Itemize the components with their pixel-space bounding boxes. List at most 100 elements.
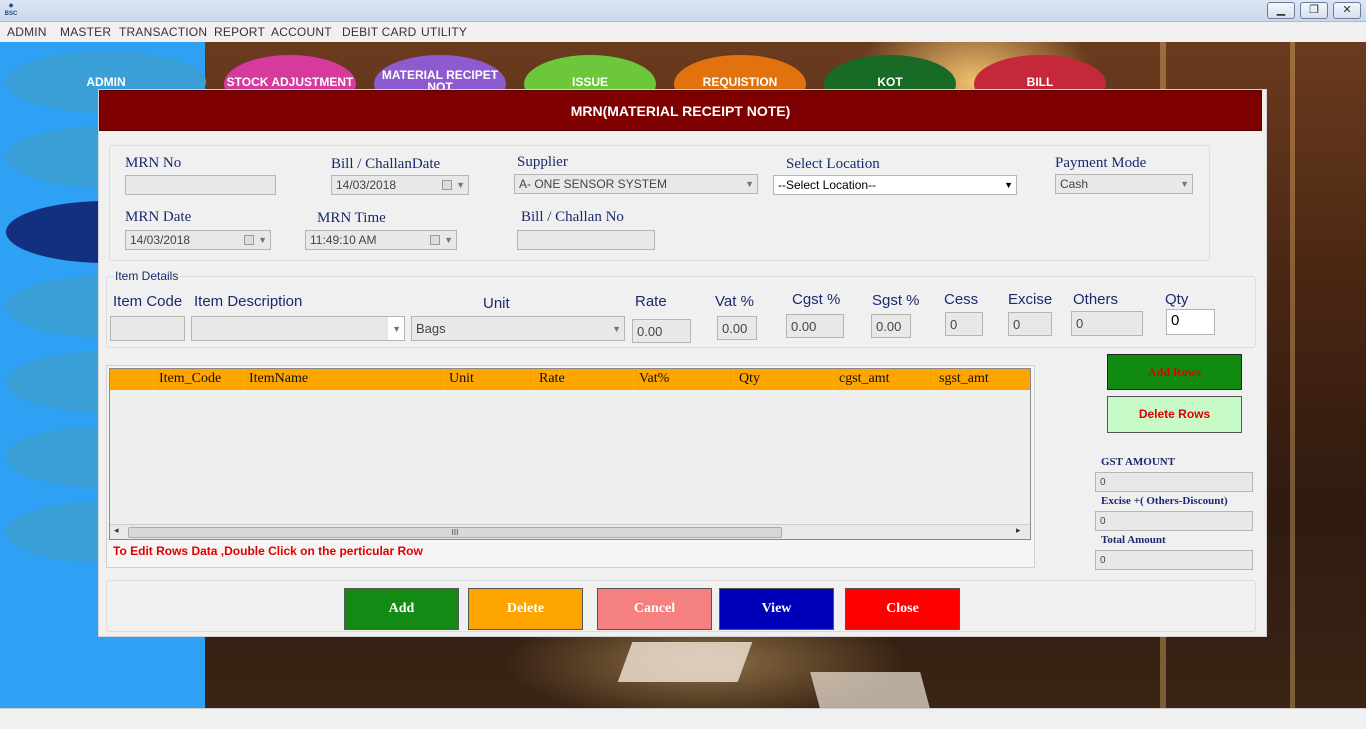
rate-field[interactable]: 0.00	[632, 319, 691, 343]
chevron-down-icon[interactable]: ▼	[1004, 179, 1013, 192]
bill-challan-date-picker[interactable]: 14/03/2018 ▼	[331, 175, 469, 195]
bill-challan-date-value: 14/03/2018	[336, 178, 397, 192]
supplier-select[interactable]: A- ONE SENSOR SYSTEM ▼	[514, 174, 758, 194]
menu-debit-card[interactable]: DEBIT CARD	[342, 25, 416, 39]
excise-others-label: Excise +( Others-Discount)	[1101, 495, 1228, 507]
rate-label: Rate	[635, 293, 667, 310]
cess-field[interactable]: 0	[945, 312, 983, 336]
top-nav-label: ISSUE	[571, 75, 608, 89]
payment-mode-select[interactable]: Cash ▼	[1055, 174, 1193, 194]
grid-hint: To Edit Rows Data ,Double Click on the p…	[113, 544, 423, 558]
mrn-date-value: 14/03/2018	[130, 233, 191, 247]
cess-label: Cess	[944, 291, 979, 308]
cancel-button[interactable]: Cancel	[597, 588, 712, 630]
mrn-time-picker[interactable]: 11:49:10 AM ▼	[305, 230, 457, 250]
top-nav-label: STOCK ADJUSTMENT	[226, 75, 354, 89]
others-field[interactable]: 0	[1071, 311, 1143, 336]
dialog-title: MRN(MATERIAL RECEIPT NOTE)	[99, 90, 1262, 131]
bill-challan-date-label: Bill / ChallanDate	[331, 156, 441, 172]
menu-account[interactable]: ACCOUNT	[271, 25, 332, 39]
location-select[interactable]: --Select Location-- ▼	[773, 175, 1017, 195]
close-window-button[interactable]: ✕	[1333, 2, 1361, 19]
scroll-grip: III	[451, 528, 459, 537]
vat-field[interactable]: 0.00	[717, 316, 757, 340]
delete-rows-button[interactable]: Delete Rows	[1107, 396, 1242, 433]
menu-master[interactable]: MASTER	[60, 25, 111, 39]
excise-others-field[interactable]: 0	[1095, 511, 1253, 531]
payment-mode-value: Cash	[1060, 177, 1089, 191]
side-nav-label: ADMIN	[86, 75, 126, 89]
payment-mode-label: Payment Mode	[1055, 155, 1147, 171]
add-button[interactable]: Add	[344, 588, 459, 630]
scroll-thumb[interactable]: III	[128, 527, 782, 538]
top-nav-label: BILL	[1026, 75, 1054, 89]
header-group	[109, 145, 1210, 261]
horizontal-scrollbar[interactable]: ◂ III ▸	[110, 524, 1030, 539]
grid-header-rate[interactable]: Rate	[534, 369, 634, 390]
chevron-down-icon[interactable]: ▼	[745, 178, 754, 191]
app-icon: ◆ BSC	[4, 3, 18, 17]
location-value: --Select Location--	[778, 178, 877, 192]
top-nav-label: KOT	[877, 75, 903, 89]
menu-report[interactable]: REPORT	[214, 25, 265, 39]
grid-header-vat[interactable]: Vat%	[634, 369, 734, 390]
excise-label: Excise	[1008, 291, 1053, 308]
chevron-down-icon[interactable]: ▼	[612, 323, 621, 336]
chevron-down-icon[interactable]: ▼	[1180, 178, 1189, 191]
grid-header-sgst-amt[interactable]: sgst_amt	[934, 369, 1030, 390]
delete-button[interactable]: Delete	[468, 588, 583, 630]
add-rows-button[interactable]: Add Rows	[1107, 354, 1242, 390]
calendar-icon[interactable]	[442, 180, 452, 190]
cgst-field[interactable]: 0.00	[786, 314, 844, 338]
sgst-field[interactable]: 0.00	[871, 314, 911, 338]
view-button[interactable]: View	[719, 588, 834, 630]
chevron-down-icon[interactable]: ▼	[258, 234, 267, 247]
unit-select[interactable]: Bags ▼	[411, 316, 625, 341]
chevron-down-icon[interactable]: ▼	[444, 234, 453, 247]
bill-challan-no-label: Bill / Challan No	[521, 209, 624, 225]
supplier-label: Supplier	[517, 154, 568, 170]
menu-admin[interactable]: ADMIN	[7, 25, 47, 39]
item-code-field[interactable]	[110, 316, 185, 341]
mrn-time-value: 11:49:10 AM	[310, 233, 377, 247]
menu-transaction[interactable]: TRANSACTION	[119, 25, 207, 39]
calendar-icon[interactable]	[244, 235, 254, 245]
scroll-right-icon[interactable]: ▸	[1016, 525, 1021, 536]
menu-bar: ADMIN MASTER TRANSACTION REPORT ACCOUNT …	[0, 22, 1366, 42]
clock-icon[interactable]	[430, 235, 440, 245]
grid-header-item-name[interactable]: ItemName	[244, 369, 444, 390]
mrn-date-picker[interactable]: 14/03/2018 ▼	[125, 230, 271, 250]
chevron-down-icon[interactable]: ▼	[392, 323, 401, 336]
restore-button[interactable]: ❐	[1300, 2, 1328, 19]
cgst-label: Cgst %	[792, 291, 841, 308]
item-description-select[interactable]: ▼	[191, 316, 405, 341]
grid-header-unit[interactable]: Unit	[444, 369, 534, 390]
grid-header-cgst-amt[interactable]: cgst_amt	[834, 369, 934, 390]
window-titlebar: ◆ BSC ▁ ❐ ✕	[0, 0, 1366, 22]
menu-utility[interactable]: UTILITY	[421, 25, 467, 39]
close-button[interactable]: Close	[845, 588, 960, 630]
total-amount-field[interactable]: 0	[1095, 550, 1253, 570]
items-grid[interactable]: Item_Code ItemName Unit Rate Vat% Qty cg…	[109, 368, 1031, 540]
scroll-left-icon[interactable]: ◂	[114, 525, 119, 536]
chevron-down-icon[interactable]: ▼	[456, 179, 465, 192]
excise-field[interactable]: 0	[1008, 312, 1052, 336]
supplier-value: A- ONE SENSOR SYSTEM	[519, 177, 668, 191]
total-amount-label: Total Amount	[1101, 534, 1166, 546]
unit-value: Bags	[416, 321, 446, 336]
grid-header-item-code[interactable]: Item_Code	[154, 369, 244, 390]
mrn-no-field[interactable]	[125, 175, 276, 195]
vat-label: Vat %	[715, 293, 754, 310]
qty-label: Qty	[1165, 291, 1189, 308]
mrn-date-label: MRN Date	[125, 209, 192, 225]
minimize-button[interactable]: ▁	[1267, 2, 1295, 19]
qty-field[interactable]: 0	[1166, 309, 1215, 335]
bill-challan-no-field[interactable]	[517, 230, 655, 250]
item-code-label: Item Code	[113, 293, 183, 310]
grid-header-qty[interactable]: Qty	[734, 369, 834, 390]
mrn-time-label: MRN Time	[317, 210, 386, 226]
mrn-no-label: MRN No	[125, 155, 182, 171]
top-nav-label: REQUISTION	[702, 75, 778, 89]
grid-header-select	[110, 369, 154, 390]
gst-amount-field[interactable]: 0	[1095, 472, 1253, 492]
